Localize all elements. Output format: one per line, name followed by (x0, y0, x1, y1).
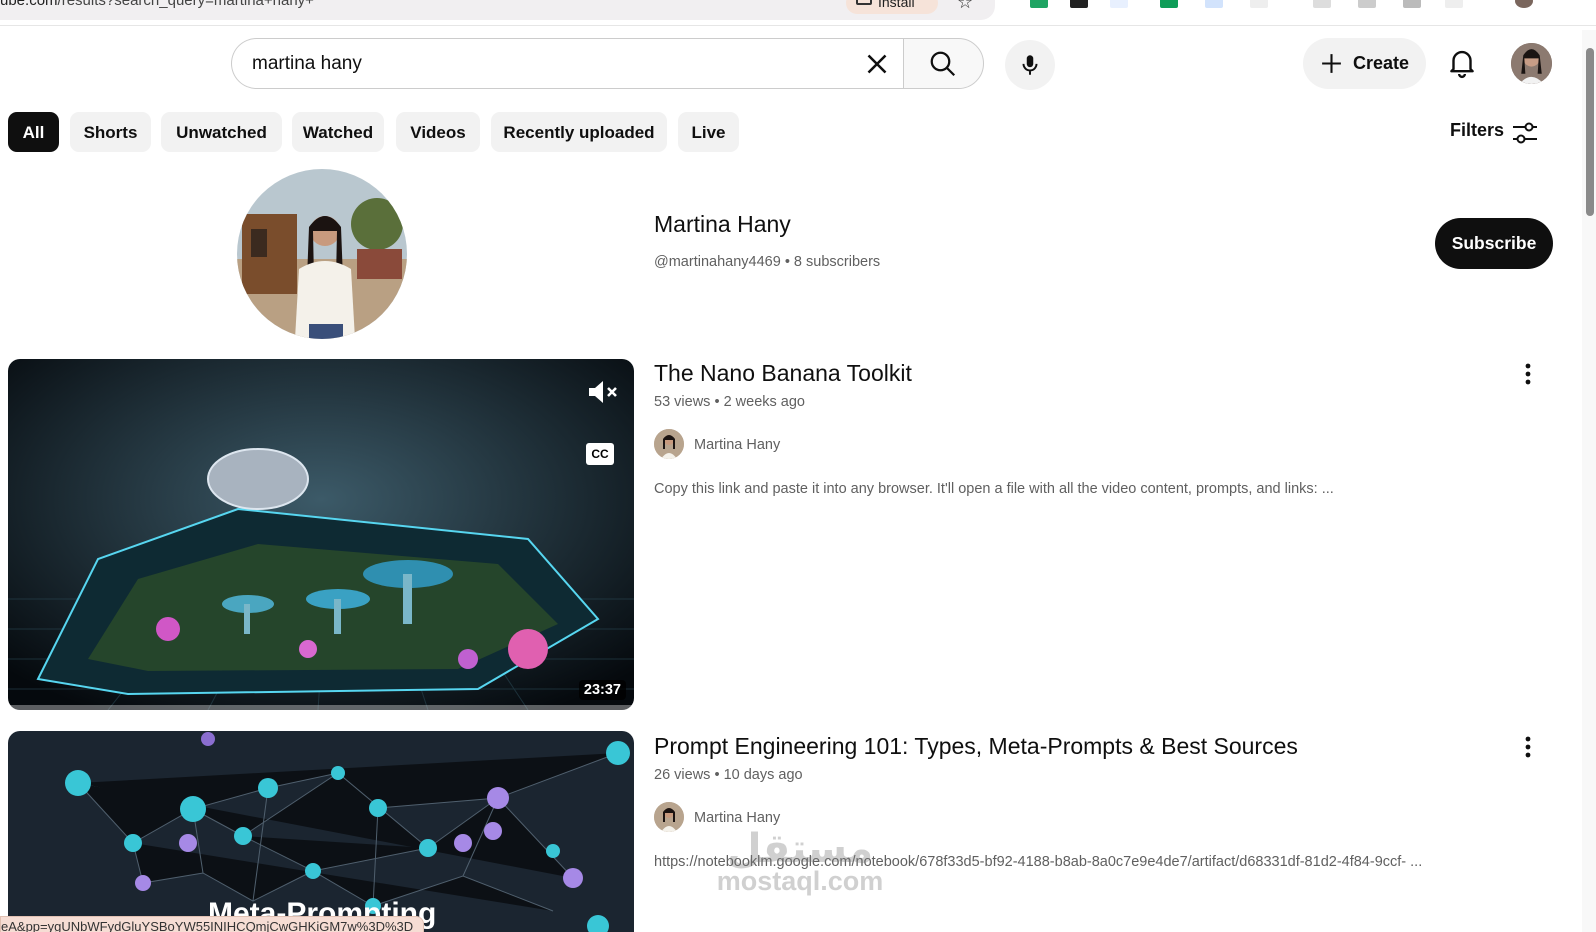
channel-name[interactable]: Martina Hany (654, 211, 791, 238)
voice-search-button[interactable] (1005, 40, 1055, 90)
plus-icon (1322, 54, 1341, 73)
search-input[interactable] (252, 51, 812, 77)
chip-recently-uploaded[interactable]: Recently uploaded (491, 112, 667, 152)
more-options-icon[interactable] (1514, 360, 1542, 388)
channel-avatar[interactable] (237, 169, 407, 339)
video-meta: 53 views • 2 weeks ago (654, 394, 805, 410)
extension-dark-icon[interactable] (1070, 0, 1088, 8)
create-label: Create (1353, 53, 1410, 73)
status-bar-url: eA&pp=ygUNbWFydGluYSBoYW55INIHCQmjCwGHKi… (0, 916, 425, 932)
chip-watched[interactable]: Watched (292, 112, 384, 152)
muted-speaker-icon[interactable] (586, 377, 620, 407)
bookmark-star-icon[interactable]: ☆ (957, 0, 973, 13)
install-app-button[interactable]: Install (846, 0, 938, 14)
video-meta: 26 views • 10 days ago (654, 767, 803, 783)
scrollbar-thumb[interactable] (1586, 48, 1594, 216)
video-channel-name[interactable]: Martina Hany (694, 437, 780, 453)
video-age: 2 weeks ago (723, 394, 805, 410)
url-domain: ube.com (0, 0, 58, 9)
url-path: /results?search_query=martina+hany+ (57, 0, 314, 9)
meta-separator: • (714, 394, 720, 410)
closed-captions-icon[interactable]: CC (586, 443, 614, 465)
video-description: https://notebooklm.google.com/notebook/6… (654, 854, 1423, 870)
video-channel-avatar-image (654, 429, 684, 459)
account-avatar[interactable] (1511, 43, 1552, 84)
chip-shorts[interactable]: Shorts (70, 112, 151, 152)
install-label: Install (878, 0, 915, 10)
print-icon[interactable] (1358, 0, 1376, 8)
browser-toolbar: ube.com/results?search_query=martina+han… (0, 0, 1596, 26)
watermark-latin: mostaql.com (716, 866, 884, 896)
video-channel-avatar[interactable] (654, 802, 684, 832)
create-button[interactable]: Create (1303, 38, 1426, 89)
video-channel-name[interactable]: Martina Hany (694, 810, 780, 826)
translate-icon[interactable] (1403, 0, 1421, 8)
video-views: 26 views (654, 767, 711, 783)
filters-sliders-icon[interactable] (1511, 120, 1539, 146)
profile-icon[interactable] (1515, 0, 1533, 8)
subscribe-button[interactable]: Subscribe (1435, 218, 1553, 269)
download-icon[interactable] (1313, 0, 1331, 8)
video-title[interactable]: The Nano Banana Toolkit (654, 360, 912, 387)
search-button[interactable] (903, 38, 984, 89)
avatar-image (1511, 43, 1552, 84)
page-scrollbar[interactable] (1582, 30, 1596, 932)
video-views: 53 views (654, 394, 711, 410)
extension-blue-icon[interactable] (1110, 0, 1128, 8)
preview-progress-bar (8, 705, 634, 710)
search-icon (930, 51, 956, 77)
search-box (231, 38, 903, 89)
filters-button[interactable]: Filters (1450, 120, 1504, 141)
reader-icon[interactable] (1445, 0, 1463, 8)
channel-avatar-image (237, 169, 407, 339)
monitor-icon (856, 0, 872, 5)
meta-separator: • (714, 767, 720, 783)
video-thumbnail[interactable]: CC 23:37 (8, 359, 634, 710)
close-icon[interactable] (860, 47, 894, 81)
chip-live[interactable]: Live (678, 112, 739, 152)
meta-separator: • (784, 254, 790, 270)
video-age: 10 days ago (723, 767, 803, 783)
extension-green-icon[interactable] (1160, 0, 1178, 8)
channel-subscribers: 8 subscribers (793, 254, 881, 270)
extension-sheets-icon[interactable] (1030, 0, 1048, 8)
channel-handle: @martinahany4469 (654, 254, 781, 270)
video-channel-avatar[interactable] (654, 429, 684, 459)
address-bar-url[interactable]: ube.com/results?search_query=martina+han… (0, 0, 314, 9)
chip-unwatched[interactable]: Unwatched (161, 112, 282, 152)
notifications-bell-icon[interactable] (1445, 44, 1479, 80)
extension-link-icon[interactable] (1205, 0, 1223, 8)
video-duration: 23:37 (578, 680, 626, 700)
channel-meta: @martinahany4469 • 8 subscribers (654, 254, 880, 270)
thumbnail-image (8, 359, 634, 710)
thumbnail-image: Meta-Prompting (8, 731, 634, 932)
more-options-icon[interactable] (1514, 733, 1542, 761)
chip-all[interactable]: All (8, 112, 59, 152)
video-description: Copy this link and paste it into any bro… (654, 481, 1334, 497)
video-thumbnail[interactable]: Meta-Prompting (8, 731, 634, 932)
video-title[interactable]: Prompt Engineering 101: Types, Meta-Prom… (654, 733, 1298, 760)
extension-puzzle-icon[interactable] (1250, 0, 1268, 8)
chip-videos[interactable]: Videos (396, 112, 480, 152)
microphone-icon (1022, 55, 1038, 75)
video-channel-avatar-image (654, 802, 684, 832)
